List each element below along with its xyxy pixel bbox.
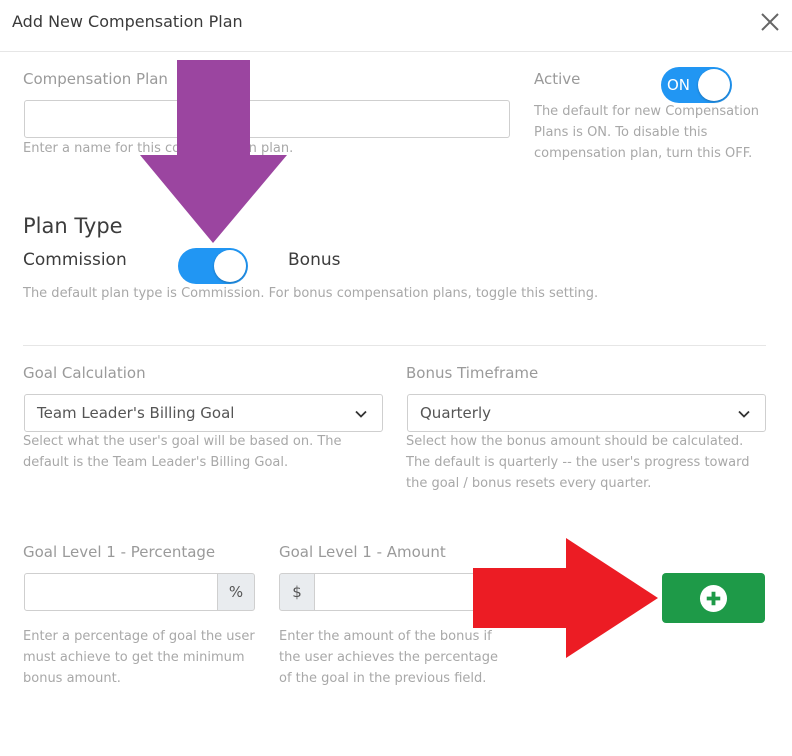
section-divider bbox=[23, 345, 766, 346]
plan-name-help: Enter a name for this compensation plan. bbox=[23, 141, 294, 156]
plan-type-bonus-label: Bonus bbox=[288, 250, 341, 270]
goal-percentage-help: Enter a percentage of goal the user must… bbox=[23, 629, 255, 686]
goal-calculation-label: Goal Calculation bbox=[23, 364, 146, 382]
plus-circle-icon bbox=[699, 584, 728, 613]
goal-amount-help: Enter the amount of the bonus if the use… bbox=[279, 629, 498, 686]
goal-calculation-value: Team Leader's Billing Goal bbox=[37, 404, 235, 422]
goal-calculation-select[interactable]: Team Leader's Billing Goal bbox=[24, 394, 383, 432]
goal-percentage-input[interactable] bbox=[24, 573, 218, 611]
goal-percentage-label: Goal Level 1 - Percentage bbox=[23, 543, 216, 561]
plan-type-help: The default plan type is Commission. For… bbox=[23, 286, 599, 301]
plan-type-title: Plan Type bbox=[23, 214, 123, 238]
chevron-down-icon bbox=[355, 410, 367, 418]
plan-name-label: Compensation Plan bbox=[23, 70, 168, 88]
plan-name-input[interactable] bbox=[24, 100, 510, 138]
modal-header: Add New Compensation Plan bbox=[0, 0, 792, 52]
bonus-timeframe-select[interactable]: Quarterly bbox=[407, 394, 766, 432]
plan-type-toggle[interactable] bbox=[178, 248, 248, 284]
plan-type-commission-label: Commission bbox=[23, 250, 127, 270]
goal-amount-label: Goal Level 1 - Amount bbox=[279, 543, 446, 561]
goal-calculation-help: Select what the user's goal will be base… bbox=[23, 434, 342, 470]
add-goal-level-button[interactable] bbox=[662, 573, 765, 623]
active-help: The default for new Compensation Plans i… bbox=[534, 104, 760, 161]
modal-title: Add New Compensation Plan bbox=[12, 12, 243, 31]
active-toggle-text: ON bbox=[667, 76, 691, 94]
toggle-knob bbox=[698, 69, 730, 101]
bonus-timeframe-help: Select how the bonus amount should be ca… bbox=[406, 434, 750, 491]
bonus-timeframe-value: Quarterly bbox=[420, 404, 491, 422]
close-icon[interactable] bbox=[758, 10, 782, 34]
toggle-knob bbox=[214, 250, 246, 282]
goal-amount-input[interactable] bbox=[314, 573, 510, 611]
percent-addon: % bbox=[217, 573, 255, 611]
chevron-down-icon bbox=[738, 410, 750, 418]
dollar-addon: $ bbox=[279, 573, 315, 611]
active-label: Active bbox=[534, 70, 581, 88]
bonus-timeframe-label: Bonus Timeframe bbox=[406, 364, 539, 382]
active-toggle[interactable]: ON bbox=[661, 67, 732, 103]
